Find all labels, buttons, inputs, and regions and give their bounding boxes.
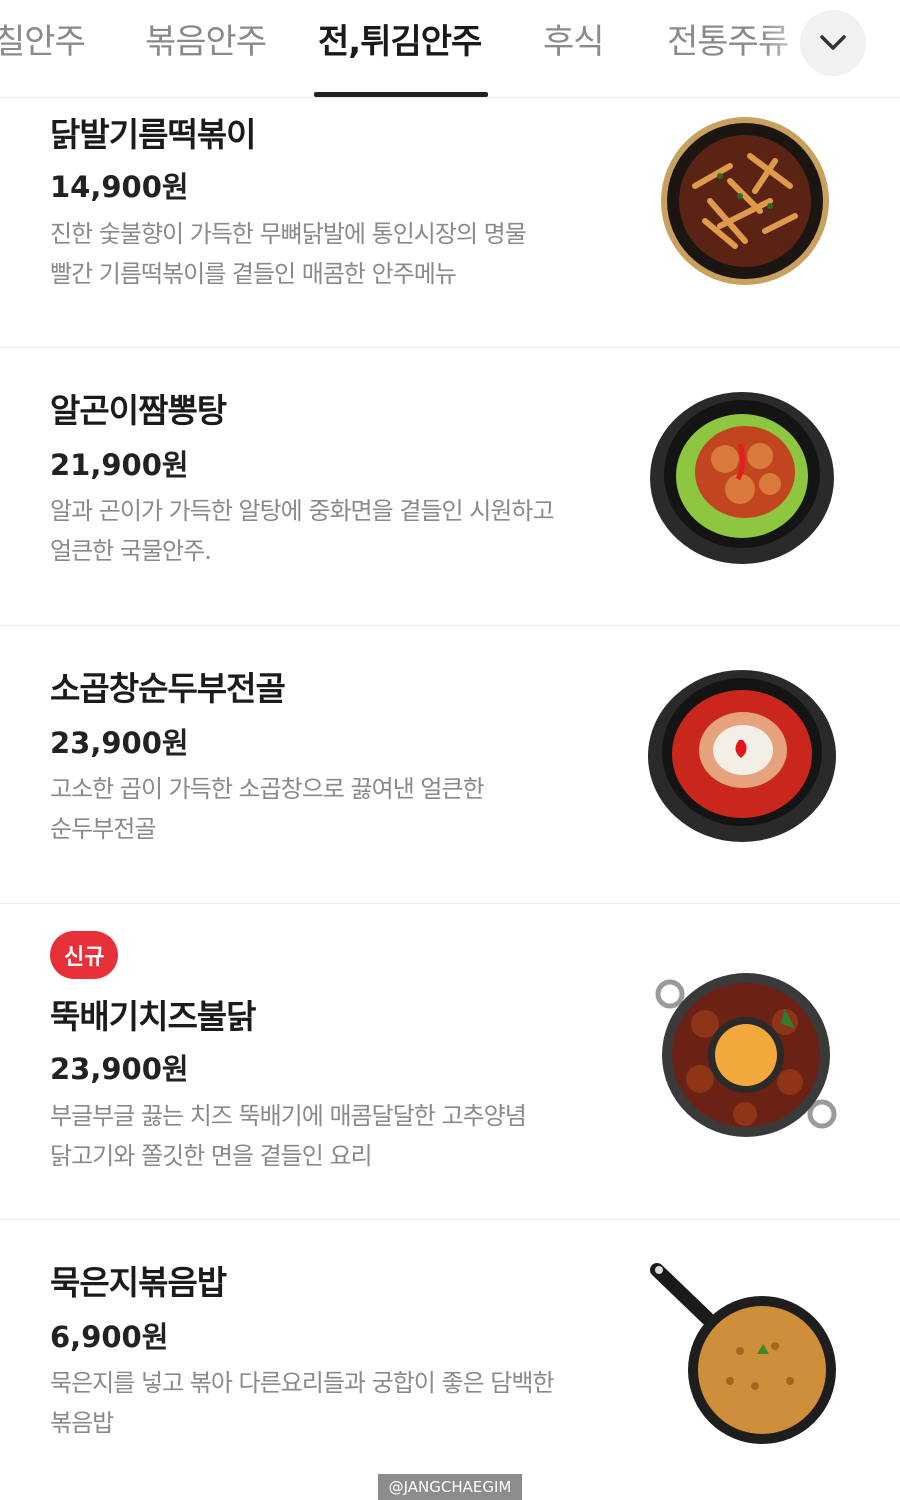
tab-category-2[interactable]: 볶음안주 bbox=[145, 14, 267, 63]
menu-item[interactable]: 묵은지볶음밥 6,900원 묵은지를 넣고 볶아 다른요리들과 궁합이 좋은 담… bbox=[0, 1220, 900, 1480]
menu-item[interactable]: 신규 뚝배기치즈불닭 23,900원 부글부글 끓는 치즈 뚝배기에 매콤달달한… bbox=[0, 904, 900, 1220]
food-photo-fried-rice-pan bbox=[650, 1263, 836, 1444]
item-price: 14,900원 bbox=[50, 170, 189, 204]
new-badge: 신규 bbox=[50, 931, 119, 979]
item-description: 고소한 곱이 가득한 소곱창으로 끓여낸 얼큰한 순두부전골 bbox=[50, 775, 485, 843]
active-tab-indicator bbox=[314, 92, 488, 97]
menu-item[interactable]: 닭발기름떡볶이 14,900원 진한 숯불향이 가득한 무뼈닭발에 통인시장의 … bbox=[0, 98, 900, 348]
item-price: 6,900원 bbox=[50, 1320, 169, 1354]
item-price: 21,900원 bbox=[50, 448, 189, 482]
menu-item[interactable]: 알곤이짬뽕탕 21,900원 알과 곤이가 가득한 알탕에 중화면을 곁들인 시… bbox=[0, 348, 900, 626]
watermark: @JANGCHAEGIM bbox=[378, 1474, 522, 1500]
food-photo-algon-jjamppong bbox=[650, 392, 834, 564]
item-description: 알과 곤이가 가득한 알탕에 중화면을 곁들인 시원하고 얼큰한 국물안주. bbox=[50, 497, 555, 565]
expand-categories-button[interactable] bbox=[800, 10, 866, 76]
item-description: 묵은지를 넣고 볶아 다른요리들과 궁합이 좋은 담백한 볶음밥 bbox=[50, 1369, 555, 1437]
category-tab-bar: 칠안주 볶음안주 전,튀김안주 후식 전통주류 bbox=[0, 0, 900, 98]
tab-category-3-active[interactable]: 전,튀김안주 bbox=[318, 14, 482, 63]
menu-item[interactable]: 소곱창순두부전골 23,900원 고소한 곱이 가득한 소곱창으로 끓여낸 얼큰… bbox=[0, 626, 900, 904]
tab-category-1[interactable]: 칠안주 bbox=[0, 14, 86, 63]
item-price: 23,900원 bbox=[50, 1052, 189, 1086]
chevron-down-icon bbox=[820, 35, 846, 50]
item-name: 소곱창순두부전골 bbox=[50, 669, 286, 708]
item-description: 진한 숯불향이 가득한 무뼈닭발에 통인시장의 명물 빨간 기름떡볶이를 곁들인 … bbox=[50, 220, 527, 288]
food-photo-sogopchang-jeongol bbox=[648, 670, 836, 842]
item-name: 알곤이짬뽕탕 bbox=[50, 391, 227, 430]
tab-category-4[interactable]: 후식 bbox=[543, 14, 605, 63]
item-description: 부글부글 끓는 치즈 뚝배기에 매콤달달한 고추양념 닭고기와 쫄깃한 면을 곁들… bbox=[50, 1102, 527, 1170]
item-name: 닭발기름떡볶이 bbox=[50, 115, 257, 154]
food-photo-dakbal bbox=[661, 117, 829, 285]
item-name: 뚝배기치즈불닭 bbox=[50, 997, 257, 1036]
item-price: 23,900원 bbox=[50, 726, 189, 760]
food-photo-cheese-buldak bbox=[655, 973, 837, 1137]
item-name: 묵은지볶음밥 bbox=[50, 1263, 227, 1302]
